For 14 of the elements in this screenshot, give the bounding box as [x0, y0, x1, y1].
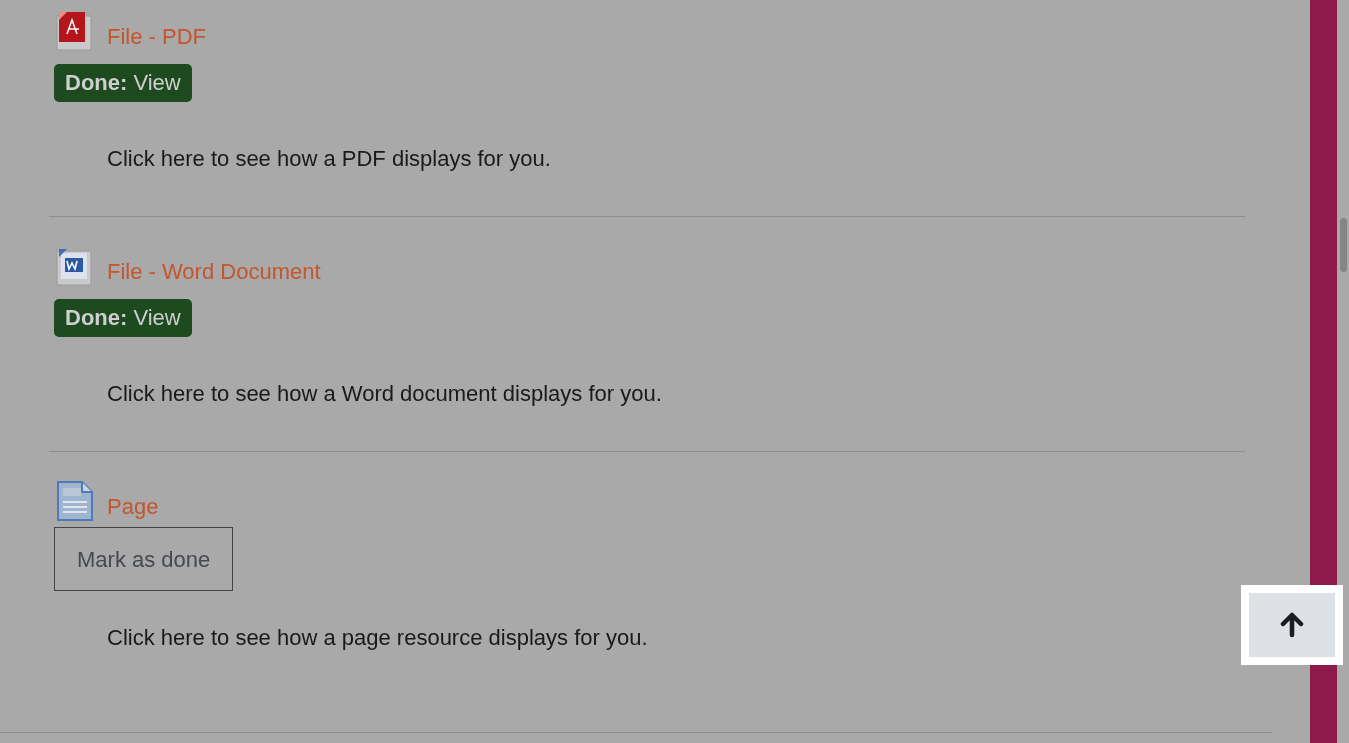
activity-link[interactable]: Page [107, 493, 159, 522]
pdf-file-icon [55, 10, 95, 52]
activity-link[interactable]: File - Word Document [107, 258, 321, 287]
back-to-top-button[interactable] [1249, 593, 1335, 657]
document-icon [55, 480, 95, 522]
activity-description: Click here to see how a Word document displays for you. [107, 380, 663, 408]
scrollbar-thumb[interactable] [1340, 218, 1347, 272]
activity-link[interactable]: File - PDF [107, 23, 206, 52]
activity-description: Click here to see how a PDF displays for you. [107, 145, 552, 173]
arrow-up-icon [1279, 612, 1305, 638]
completion-badge: Done: View [54, 64, 192, 102]
completion-badge: Done: View [54, 299, 192, 337]
activity-description: Click here to see how a page resource displays for you. [107, 624, 649, 652]
mark-as-done-button[interactable]: Mark as done [54, 527, 234, 591]
